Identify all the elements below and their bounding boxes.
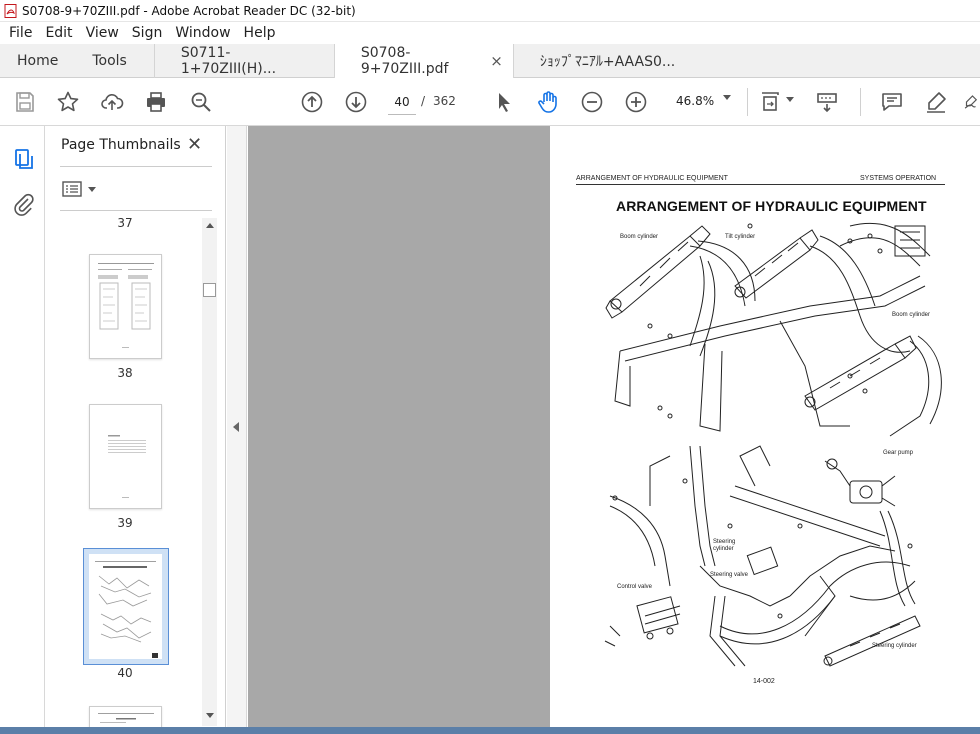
menu-help[interactable]: Help xyxy=(242,25,278,41)
document-viewport[interactable]: ARRANGEMENT OF HYDRAULIC EQUIPMENT SYSTE… xyxy=(248,126,980,727)
fit-dropdown-caret-icon[interactable] xyxy=(786,97,794,102)
next-page-icon[interactable] xyxy=(344,90,368,114)
callout-steering-cylinder-top: Steering cylinder xyxy=(713,539,736,552)
os-taskbar xyxy=(0,727,980,734)
panel-title: Page Thumbnails xyxy=(61,137,181,153)
tab-bar: Home Tools S0711-1+70ZIII(H)... S0708-9+… xyxy=(0,44,980,78)
acrobat-app-icon xyxy=(4,3,17,18)
thumbnail-39-content xyxy=(108,435,146,498)
select-arrow-icon[interactable] xyxy=(492,90,516,114)
callout-boom-cylinder-1: Boom cylinder xyxy=(620,234,659,240)
menu-file[interactable]: File xyxy=(7,25,34,41)
collapse-arrow-icon[interactable] xyxy=(233,422,239,432)
thumbnail-label-38: 38 xyxy=(117,366,133,380)
panel-divider-2 xyxy=(60,210,212,211)
thumbnail-label-37: 37 xyxy=(117,216,133,230)
scrollbar-thumb[interactable] xyxy=(203,283,216,297)
zoom-out-icon[interactable] xyxy=(580,90,604,114)
thumbnail-40-content xyxy=(95,561,158,658)
bookmark-star-icon[interactable] xyxy=(56,90,80,114)
window-title: S0708-9+70ZIII.pdf - Adobe Acrobat Reade… xyxy=(22,3,356,18)
callout-steering-cylinder-bottom: Steering cylinder xyxy=(872,643,917,649)
menu-bar: File Edit View Sign Window Help xyxy=(0,22,980,44)
options-caret-icon xyxy=(88,186,96,192)
thumbnail-page-39[interactable] xyxy=(89,404,162,509)
callout-gear-pump: Gear pump xyxy=(883,450,914,456)
tab-document-active-label: S0708-9+70ZIII.pdf xyxy=(360,45,449,77)
prev-page-icon[interactable] xyxy=(300,90,324,114)
main-toolbar: / 362 46.8% xyxy=(0,78,980,126)
page-total: 362 xyxy=(433,94,456,108)
menu-sign[interactable]: Sign xyxy=(130,25,165,41)
tab-document-active[interactable]: S0708-9+70ZIII.pdf × xyxy=(333,44,514,78)
scroll-mode-icon[interactable] xyxy=(815,90,839,114)
panel-divider xyxy=(60,166,212,167)
thumbnail-page-40[interactable] xyxy=(89,554,162,659)
tab-tools[interactable]: Tools xyxy=(72,44,154,78)
window-title-bar: S0708-9+70ZIII.pdf - Adobe Acrobat Reade… xyxy=(0,0,980,22)
tab-document-3-label: ｼｮｯﾌﾟﾏﾆｱﾙ+AAAS0... xyxy=(539,54,676,70)
page-number-input[interactable] xyxy=(388,89,416,115)
thumbnail-options-button[interactable] xyxy=(62,180,96,198)
print-icon[interactable] xyxy=(144,90,168,114)
hydraulic-diagram xyxy=(604,222,942,667)
pdf-page: ARRANGEMENT OF HYDRAULIC EQUIPMENT SYSTE… xyxy=(550,126,980,727)
comment-icon[interactable] xyxy=(880,90,904,114)
callout-boom-cylinder-2: Boom cylinder xyxy=(892,312,931,318)
toolbar-divider xyxy=(747,88,748,116)
menu-edit[interactable]: Edit xyxy=(43,25,74,41)
menu-window[interactable]: Window xyxy=(173,25,232,41)
highlight-pen-icon[interactable] xyxy=(924,90,948,114)
callout-steering-valve: Steering valve xyxy=(710,572,749,578)
draw-icon[interactable] xyxy=(962,90,980,114)
upload-icon[interactable] xyxy=(100,90,124,114)
thumbnail-label-39: 39 xyxy=(117,516,133,530)
tab-close-icon[interactable]: × xyxy=(490,52,503,70)
page-thumbnails-panel: Page Thumbnails ✕ 37 38 39 40 xyxy=(46,126,226,734)
callout-control-valve: Control valve xyxy=(617,584,653,590)
thumbnail-38-content xyxy=(98,263,154,348)
panel-collapse-handle[interactable] xyxy=(227,126,247,734)
page-thumbnails-icon[interactable] xyxy=(10,146,36,172)
zoom-search-icon[interactable] xyxy=(189,90,213,114)
left-navigation-rail xyxy=(0,126,45,734)
zoom-in-icon[interactable] xyxy=(624,90,648,114)
zoom-dropdown-caret-icon[interactable] xyxy=(723,95,731,100)
save-icon[interactable] xyxy=(13,90,37,114)
list-options-icon xyxy=(62,181,82,197)
hand-tool-icon[interactable] xyxy=(536,90,560,114)
tab-document-1[interactable]: S0711-1+70ZIII(H)... xyxy=(153,44,334,78)
scroll-down-arrow-icon[interactable] xyxy=(206,713,214,718)
tab-document-1-label: S0711-1+70ZIII(H)... xyxy=(180,45,277,77)
zoom-level[interactable]: 46.8% xyxy=(676,94,714,108)
toolbar-divider-2 xyxy=(860,88,861,116)
panel-close-icon[interactable]: ✕ xyxy=(187,134,202,155)
thumbnail-page-38[interactable] xyxy=(89,254,162,359)
page-separator: / xyxy=(421,94,426,108)
callout-tilt-cylinder: Tilt cylinder xyxy=(725,234,756,240)
tab-home[interactable]: Home xyxy=(0,44,72,78)
scroll-up-arrow-icon[interactable] xyxy=(206,223,214,228)
page-footer-number: 14-002 xyxy=(753,678,775,685)
menu-view[interactable]: View xyxy=(84,25,121,41)
thumbnail-label-40: 40 xyxy=(117,666,133,680)
attachments-paperclip-icon[interactable] xyxy=(10,191,36,217)
fit-page-icon[interactable] xyxy=(760,90,784,114)
tab-document-3[interactable]: ｼｮｯﾌﾟﾏﾆｱﾙ+AAAS0... xyxy=(514,44,694,78)
